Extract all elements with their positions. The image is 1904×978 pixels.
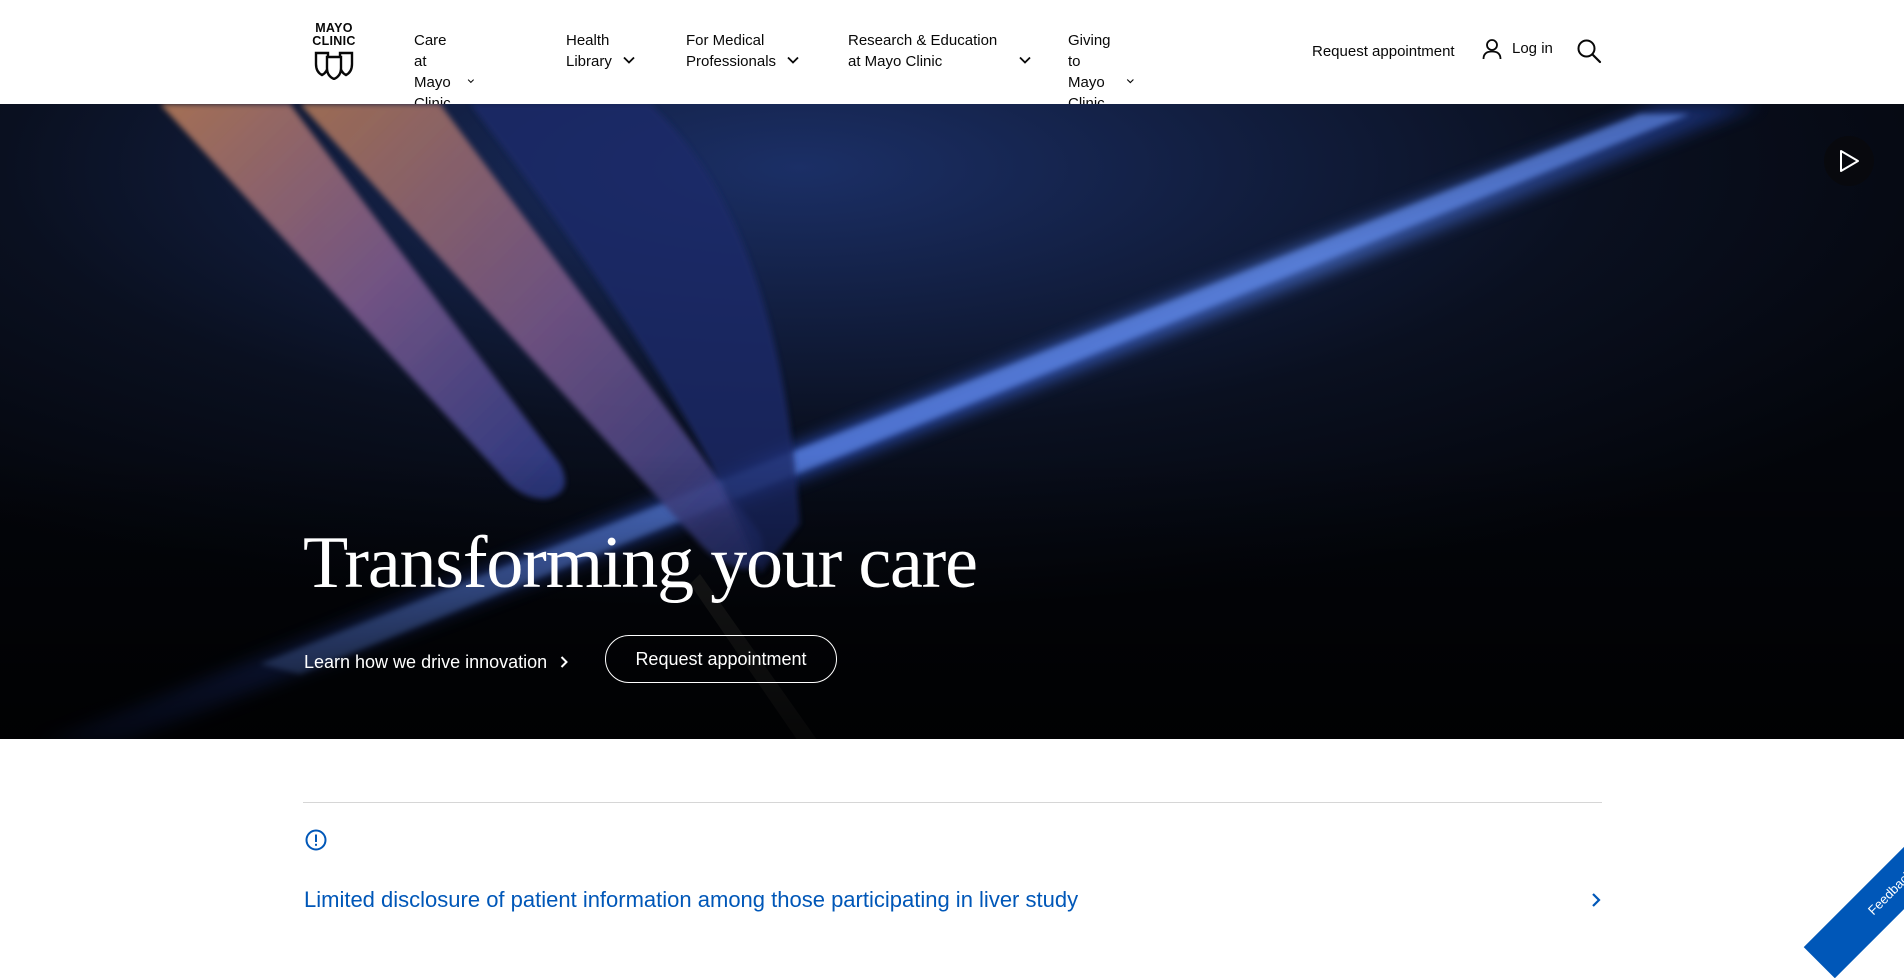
- login-link[interactable]: Log in: [1482, 38, 1553, 60]
- chevron-down-icon: [787, 56, 799, 64]
- nav-research-education[interactable]: Research & Education at Mayo Clinic: [848, 30, 1032, 72]
- search-icon[interactable]: [1576, 38, 1602, 64]
- feedback-tab[interactable]: Feedback: [1803, 805, 1904, 978]
- nav-giving-to-mayo-clinic[interactable]: Giving to Mayo Clinic: [1068, 30, 1135, 114]
- alert-exclamation-icon: [305, 829, 327, 851]
- chevron-right-icon: [560, 656, 569, 668]
- user-icon: [1482, 39, 1502, 60]
- nav-care-label: Care at Mayo Clinic: [414, 30, 457, 114]
- nav-care-at-mayo-clinic[interactable]: Care at Mayo Clinic: [414, 30, 475, 114]
- nav-health-label: Health Library: [566, 30, 612, 72]
- chevron-right-icon: [1592, 893, 1601, 907]
- play-icon: [1840, 150, 1859, 172]
- nav-research-line2: at Mayo Clinic: [848, 53, 943, 70]
- play-video-button[interactable]: [1824, 136, 1874, 186]
- nav-research-line1: Research & Education: [848, 32, 998, 49]
- hero-video-still: [0, 104, 1904, 739]
- nav-health-line2: Library: [566, 53, 612, 70]
- chevron-down-icon: [467, 79, 474, 84]
- nav-med-line2: Professionals: [686, 53, 777, 70]
- site-header: MAYO CLINIC Care at Mayo Clinic Health L…: [0, 0, 1904, 112]
- logo-text-line2: CLINIC: [312, 34, 356, 48]
- header-request-appointment-link[interactable]: Request appointment: [1312, 42, 1455, 62]
- nav-med-label: For Medical Professionals: [686, 30, 776, 72]
- hero-title: Transforming your care: [303, 522, 978, 604]
- nav-health-line1: Health: [566, 32, 610, 49]
- hero-banner: Transforming your care Learn how we driv…: [0, 104, 1904, 739]
- nav-giving-label: Giving to Mayo Clinic: [1068, 30, 1116, 114]
- learn-innovation-link[interactable]: Learn how we drive innovation: [304, 650, 569, 674]
- alert-notice-link[interactable]: Limited disclosure of patient informatio…: [304, 886, 1602, 914]
- chevron-down-icon: [1126, 79, 1134, 84]
- nav-med-line1: For Medical: [686, 32, 765, 49]
- learn-innovation-label: Learn how we drive innovation: [304, 652, 548, 672]
- nav-research-label: Research & Education at Mayo Clinic: [848, 30, 1008, 72]
- nav-giving-line1: Giving to: [1068, 32, 1111, 70]
- section-divider: [303, 802, 1602, 803]
- hero-request-appointment-button[interactable]: Request appointment: [605, 635, 837, 683]
- chevron-down-icon: [623, 56, 635, 64]
- nav-care-line1: Care at: [414, 32, 447, 70]
- login-label: Log in: [1512, 40, 1553, 57]
- alert-notice-text: Limited disclosure of patient informatio…: [304, 887, 1079, 912]
- chevron-down-icon: [1019, 56, 1031, 64]
- nav-for-medical-professionals[interactable]: For Medical Professionals: [686, 30, 800, 72]
- nav-health-library[interactable]: Health Library: [566, 30, 636, 72]
- mayo-shields-icon: [314, 51, 354, 80]
- mayo-clinic-logo[interactable]: MAYO CLINIC: [310, 22, 358, 82]
